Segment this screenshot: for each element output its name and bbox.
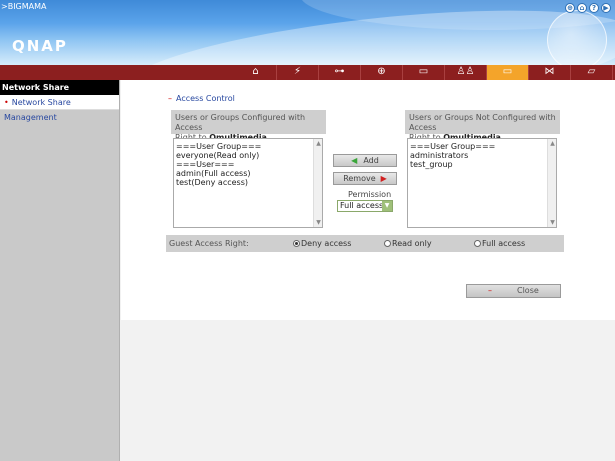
radio-unselected-icon [474, 240, 481, 247]
header-banner: >BIGMAMA QNAP ⊕ ⌂ ? ▶ [0, 0, 615, 65]
list-item[interactable]: everyone(Read only) [176, 151, 320, 160]
configured-list-scrollbar[interactable]: ▲ ▼ [313, 139, 322, 227]
help-icon[interactable]: ? [589, 3, 599, 13]
configured-heading-line1: Users or Groups Configured with Access [175, 113, 306, 132]
logout-icon[interactable]: ▶ [601, 3, 611, 13]
radio-selected-icon [293, 240, 300, 247]
section-title-label: Access Control [176, 94, 235, 103]
bullet-icon: • [4, 98, 9, 107]
main-nav-bar: ⌂ ⚡ ⊶ ⊕ ▭ ♙♙ ▭ ⋈ ▱ [0, 65, 615, 80]
remove-button-label: Remove [343, 174, 376, 183]
home-nav-icon[interactable]: ⌂ [235, 65, 277, 80]
list-item[interactable]: admin(Full access) [176, 169, 320, 178]
nav-icon-group: ⌂ ⚡ ⊶ ⊕ ▭ ♙♙ ▭ ⋈ ▱ [235, 65, 613, 80]
disk-nav-icon[interactable]: ▭ [403, 65, 445, 80]
add-button-label: Add [363, 156, 379, 165]
close-button[interactable]: – Close [466, 284, 561, 298]
guest-full-access-radio[interactable]: Full access [474, 235, 525, 252]
arrow-right-icon: ▶ [380, 174, 387, 183]
system-tools-nav-icon[interactable]: ⊶ [319, 65, 361, 80]
radio-label: Deny access [301, 239, 352, 248]
scroll-down-icon[interactable]: ▼ [549, 219, 556, 226]
network-nav-icon[interactable]: ⊕ [361, 65, 403, 80]
list-item[interactable]: ===User Group=== [176, 142, 320, 151]
quick-config-nav-icon[interactable]: ⚡ [277, 65, 319, 80]
guest-read-only-radio[interactable]: Read only [384, 235, 432, 252]
top-icon-group: ⊕ ⌂ ? ▶ [565, 3, 611, 13]
share-folder-nav-icon[interactable]: ▭ [487, 65, 529, 80]
not-configured-users-list[interactable]: ===User Group=== administrators test_group… [407, 138, 557, 228]
add-icon[interactable]: ⊕ [565, 3, 575, 13]
not-configured-users-heading: Users or Groups Not Configured with Acce… [405, 110, 560, 142]
add-button[interactable]: ◀ Add [333, 154, 397, 167]
qnap-logo: QNAP [12, 37, 68, 55]
main-content: – Access Control Users or Groups Configur… [121, 80, 615, 320]
list-item[interactable]: ===User Group=== [410, 142, 554, 151]
section-title: – Access Control [168, 94, 235, 103]
radio-label: Full access [482, 239, 526, 248]
list-item[interactable]: test(Deny access) [176, 178, 320, 187]
status-nav-icon[interactable]: ▱ [571, 65, 613, 80]
permission-select-value: Full access [340, 201, 384, 210]
configured-users-list[interactable]: ===User Group=== everyone(Read only) ===Us… [173, 138, 323, 228]
server-name: >BIGMAMA [1, 2, 47, 11]
permission-label: Permission [348, 190, 392, 199]
chevron-down-icon: ▼ [382, 201, 392, 211]
list-item[interactable]: administrators [410, 151, 554, 160]
remove-button[interactable]: Remove ▶ [333, 172, 397, 185]
home-icon[interactable]: ⌂ [577, 3, 587, 13]
sidebar-title: Network Share Management [0, 80, 119, 107]
minus-icon: – [488, 286, 492, 295]
guest-access-row: Guest Access Right: Deny access Read onl… [166, 235, 564, 252]
sidebar-item-network-share-management[interactable]: • Network Share Management [0, 95, 119, 122]
radio-label: Read only [392, 239, 432, 248]
guest-deny-access-radio[interactable]: Deny access [293, 235, 351, 252]
guest-access-label: Guest Access Right: [169, 239, 249, 248]
services-nav-icon[interactable]: ⋈ [529, 65, 571, 80]
collapse-icon[interactable]: – [168, 94, 172, 103]
not-configured-heading-line1: Users or Groups Not Configured with Acce… [409, 113, 556, 132]
scroll-up-icon[interactable]: ▲ [549, 140, 556, 147]
left-sidebar: Network Share Management •Network Share … [0, 80, 120, 461]
not-configured-list-scrollbar[interactable]: ▲ ▼ [547, 139, 556, 227]
sidebar-item-label: Network Share Management [4, 98, 71, 122]
radio-unselected-icon [384, 240, 391, 247]
list-item[interactable]: ===User=== [176, 160, 320, 169]
scroll-down-icon[interactable]: ▼ [315, 219, 322, 226]
list-item[interactable]: test_group [410, 160, 554, 169]
page: >BIGMAMA QNAP ⊕ ⌂ ? ▶ ⌂ ⚡ ⊶ ⊕ ▭ ♙♙ ▭ ⋈ ▱ Network… [0, 0, 615, 461]
permission-select[interactable]: Full access ▼ [337, 200, 393, 212]
users-nav-icon[interactable]: ♙♙ [445, 65, 487, 80]
arrow-left-icon: ◀ [351, 156, 358, 165]
configured-users-heading: Users or Groups Configured with Access R… [171, 110, 326, 142]
globe-graphic [547, 10, 607, 65]
scroll-up-icon[interactable]: ▲ [315, 140, 322, 147]
close-button-label: Close [517, 286, 539, 295]
